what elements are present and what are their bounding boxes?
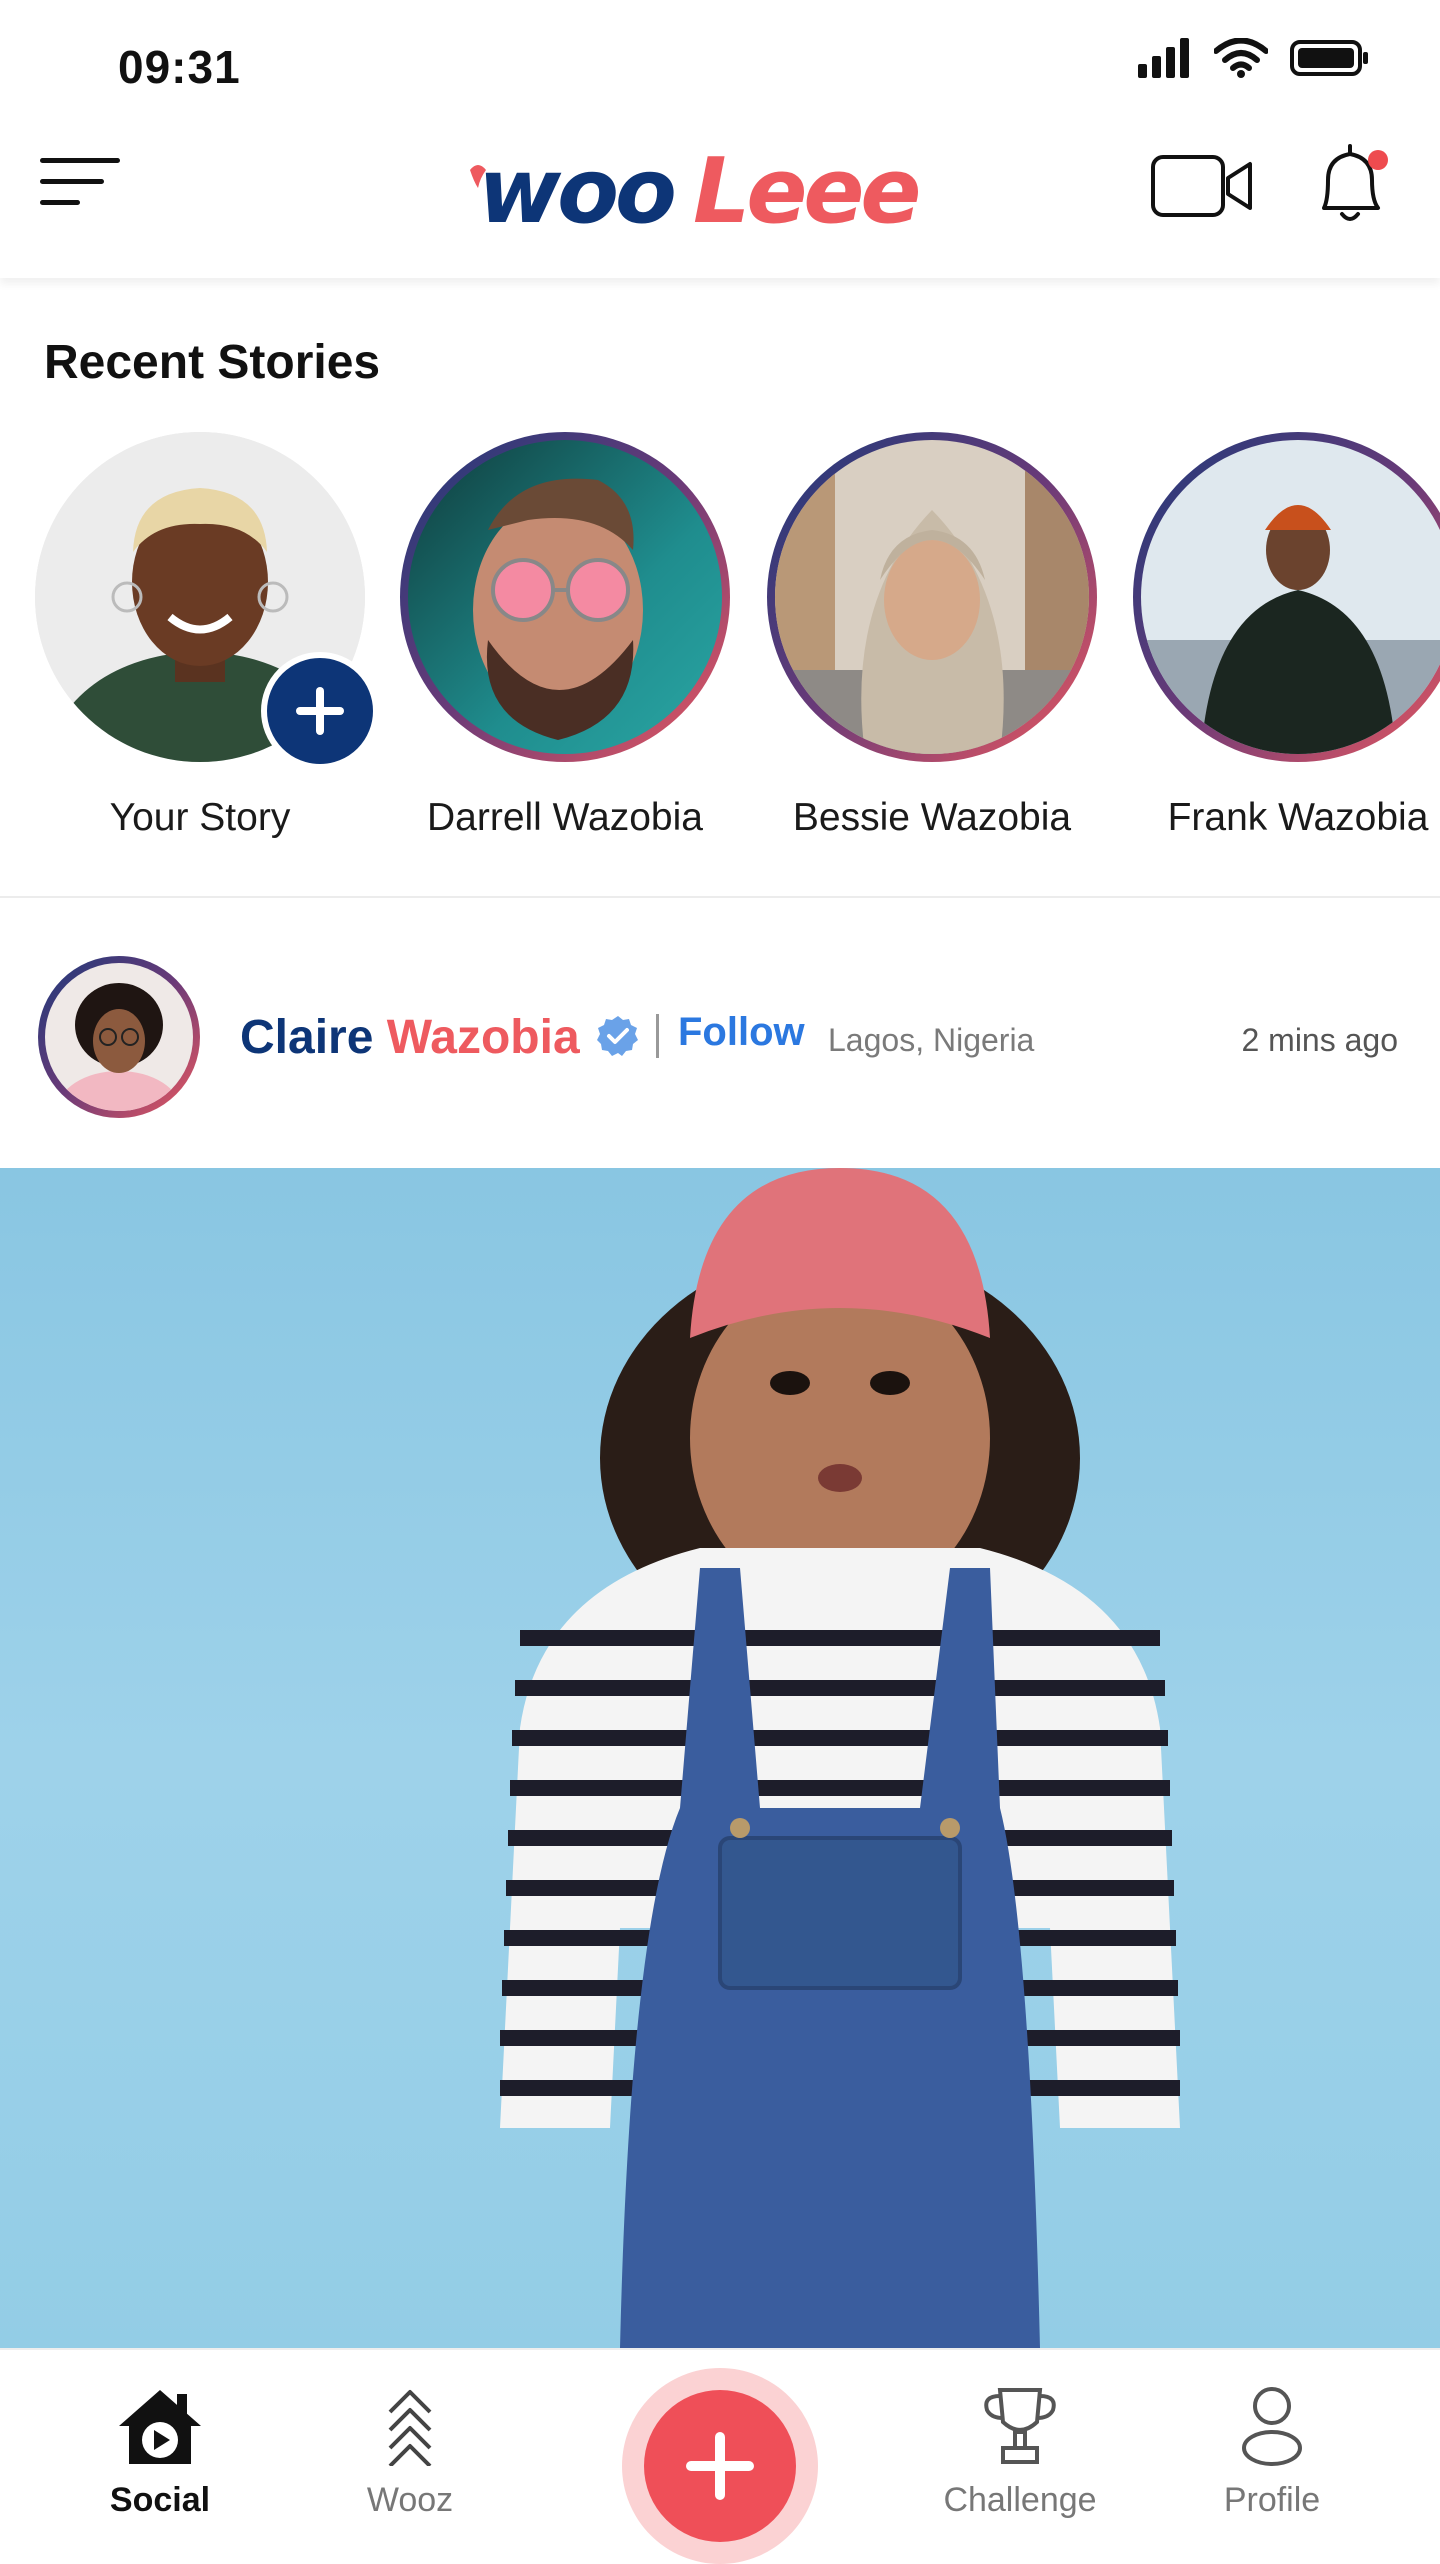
nav-challenge[interactable]: Challenge: [920, 2386, 1120, 2520]
brand-logo[interactable]: woo Leee: [468, 140, 968, 250]
battery-icon: [1290, 40, 1368, 76]
verified-badge-icon: [597, 1016, 638, 1056]
nav-profile[interactable]: Profile: [1172, 2386, 1372, 2520]
post-author-first-name: Claire: [240, 1011, 374, 1064]
story-bessie[interactable]: Bessie Wazobia: [762, 432, 1102, 840]
nav-label: Profile: [1223, 2481, 1321, 2519]
story-name: Frank Wazobia: [1167, 796, 1429, 839]
plus-icon: [686, 2432, 754, 2500]
logo-text-woo: woo: [478, 140, 674, 244]
menu-icon[interactable]: [40, 152, 124, 212]
status-bar: 09:31: [0, 0, 1440, 130]
bottom-navigation: Social Wooz Challenge Profile: [0, 2348, 1440, 2564]
create-post-button[interactable]: [622, 2368, 818, 2564]
status-time: 09:31: [118, 41, 241, 93]
wifi-icon: [1214, 38, 1268, 78]
logo-text-leee: Leee: [693, 140, 918, 244]
nav-label: Social: [109, 2481, 211, 2519]
post-location: Lagos, Nigeria: [828, 1022, 1035, 1058]
video-call-icon[interactable]: [1150, 152, 1256, 220]
post-timestamp: 2 mins ago: [1241, 1022, 1398, 1058]
nav-social[interactable]: Social: [60, 2386, 260, 2520]
nav-wooz[interactable]: Wooz: [310, 2386, 510, 2520]
post-photo: [500, 1168, 1180, 2348]
plus-icon: [296, 687, 344, 735]
status-icons: [1138, 38, 1370, 78]
home-play-icon: [119, 2390, 201, 2464]
stories-row: Your Story Darrell Wazobia Bessie Wazobi…: [0, 432, 1440, 862]
post-author-name[interactable]: Claire Wazobia: [240, 1010, 580, 1065]
nav-label: Wooz: [366, 2481, 454, 2519]
trophy-icon: [984, 2388, 1056, 2464]
story-your-story[interactable]: Your Story: [30, 432, 379, 840]
story-frank[interactable]: Frank Wazobia: [1128, 432, 1440, 840]
name-separator: [656, 1014, 659, 1058]
post-author-avatar[interactable]: [38, 956, 200, 1118]
story-avatar: [408, 440, 722, 754]
post-header: Claire Wazobia Follow Lagos, Nigeria 2 m…: [0, 900, 1440, 1168]
story-avatar: [1141, 440, 1440, 754]
nav-label: Challenge: [943, 2481, 1097, 2519]
follow-button[interactable]: Follow: [678, 1010, 805, 1055]
add-story-button[interactable]: [261, 652, 379, 770]
app-header: woo Leee: [0, 130, 1440, 278]
story-avatar: [775, 440, 1089, 754]
post-author-last-name: Wazobia: [386, 1011, 580, 1064]
story-name: Your Story: [109, 796, 291, 839]
notification-bell-icon[interactable]: [1310, 140, 1394, 230]
story-name: Bessie Wazobia: [792, 796, 1072, 839]
signal-icon: [1138, 38, 1189, 78]
story-darrell[interactable]: Darrell Wazobia: [395, 432, 735, 840]
person-icon: [1242, 2387, 1302, 2466]
recent-stories-heading: Recent Stories: [44, 336, 381, 389]
chevrons-up-icon: [388, 2390, 432, 2468]
section-divider: [0, 896, 1440, 898]
notification-dot: [1368, 150, 1388, 170]
story-name: Darrell Wazobia: [427, 796, 703, 839]
post-image[interactable]: [0, 1168, 1440, 2348]
